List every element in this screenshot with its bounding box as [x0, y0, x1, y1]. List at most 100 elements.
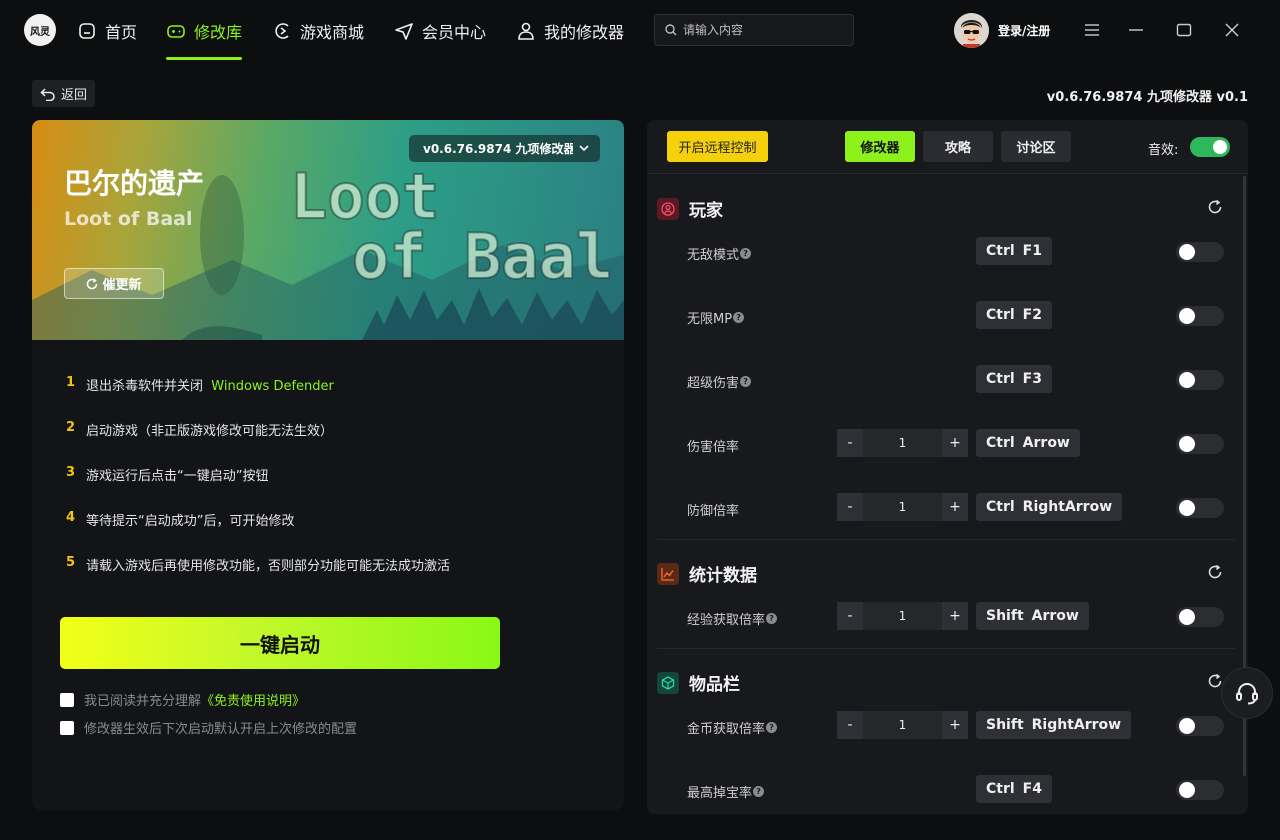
sound-toggle[interactable] — [1190, 137, 1230, 157]
stepper-plus-button[interactable]: + — [942, 429, 968, 457]
hotkey-defense-multiplier[interactable]: Ctrl RightArrow — [976, 493, 1123, 521]
stepper-value[interactable]: 1 — [863, 493, 942, 521]
section-inventory-title: 物品栏 — [657, 670, 740, 695]
game-pixel-logo: Loot of Baal — [290, 160, 610, 290]
toggle-gold-multiplier[interactable] — [1176, 716, 1224, 736]
toggle-invincible[interactable] — [1176, 242, 1224, 262]
cheat-label-exp-multiplier: 经验获取倍率? — [687, 609, 778, 628]
search-box — [654, 14, 854, 46]
avatar[interactable] — [954, 13, 989, 48]
remote-control-button[interactable]: 开启远程控制 — [667, 131, 768, 162]
defense-multiplier-stepper: - 1 + — [837, 493, 968, 521]
game-title: 巴尔的遗产 — [64, 167, 205, 200]
login-register-link[interactable]: 登录/注册 — [998, 22, 1050, 39]
stepper-minus-button[interactable]: - — [837, 602, 863, 630]
version-select[interactable]: v0.6.76.9874 九项修改器 v0.1 — [409, 135, 600, 162]
minimize-icon[interactable] — [1124, 18, 1148, 42]
nav-my-trainers[interactable]: 我的修改器 — [516, 0, 624, 62]
stepper-minus-button[interactable]: - — [837, 711, 863, 739]
stepper-minus-button[interactable]: - — [837, 429, 863, 457]
nav-mod-library[interactable]: 修改库 — [166, 0, 243, 62]
hotkey-infinite-mp[interactable]: Ctrl F2 — [976, 301, 1052, 329]
nav-my-trainers-label: 我的修改器 — [544, 23, 625, 42]
section-divider — [657, 539, 1235, 540]
hotkey-max-drop-rate[interactable]: Ctrl F4 — [976, 775, 1052, 803]
help-icon[interactable]: ? — [753, 786, 765, 797]
help-icon[interactable]: ? — [766, 722, 778, 733]
section-inventory-label: 物品栏 — [689, 675, 740, 695]
nav-game-store[interactable]: 游戏商城 — [272, 0, 364, 62]
refresh-icon[interactable] — [1207, 564, 1223, 580]
close-icon[interactable] — [1220, 18, 1244, 42]
stepper-plus-button[interactable]: + — [942, 493, 968, 521]
help-icon[interactable]: ? — [740, 248, 752, 259]
toggle-max-drop-rate[interactable] — [1176, 780, 1224, 800]
remember-config-checkbox[interactable] — [60, 720, 74, 735]
cheat-label-max-drop-rate: 最高掉宝率? — [687, 782, 765, 801]
help-icon[interactable]: ? — [766, 613, 778, 624]
menu-icon[interactable] — [1080, 18, 1104, 42]
request-update-label: 催更新 — [102, 278, 142, 293]
nav-vip-center[interactable]: 会员中心 — [394, 0, 486, 62]
stepper-minus-button[interactable]: - — [837, 493, 863, 521]
trainer-panel: 开启远程控制 修改器 攻略 讨论区 音效: 玩家 无敌模式? Ctrl F1 无限… — [647, 120, 1248, 814]
headset-icon — [1236, 683, 1258, 705]
cheat-label-infinite-mp: 无限MP? — [687, 308, 745, 327]
tab-discussion[interactable]: 讨论区 — [1001, 131, 1071, 162]
one-click-launch-button[interactable]: 一键启动 — [60, 617, 500, 669]
stepper-value[interactable]: 1 — [863, 711, 942, 739]
store-icon — [275, 23, 289, 39]
gold-multiplier-stepper: - 1 + — [837, 711, 968, 739]
nav-home[interactable]: 首页 — [77, 0, 137, 62]
toggle-infinite-mp[interactable] — [1176, 306, 1224, 326]
maximize-icon[interactable] — [1172, 18, 1196, 42]
cheat-label-invincible: 无敌模式? — [687, 244, 752, 263]
disclaimer-link[interactable]: 《免责使用说明》 — [201, 694, 305, 709]
stepper-value[interactable]: 1 — [863, 602, 942, 630]
game-subtitle: Loot of Baal — [64, 208, 193, 230]
step-item: 5 请载入游戏后再使用修改功能，否则部分功能可能无法成功激活 — [66, 555, 450, 574]
refresh-icon — [87, 277, 98, 289]
toggle-super-damage[interactable] — [1176, 370, 1224, 390]
tab-guide[interactable]: 攻略 — [923, 131, 993, 162]
damage-multiplier-stepper: - 1 + — [837, 429, 968, 457]
disclaimer-check-row: 我已阅读并充分理解《免责使用说明》 — [60, 690, 305, 709]
section-stats-label: 统计数据 — [689, 566, 757, 586]
hotkey-gold-multiplier[interactable]: Shift RightArrow — [976, 711, 1132, 739]
hotkey-super-damage[interactable]: Ctrl F3 — [976, 365, 1052, 393]
hotkey-invincible[interactable]: Ctrl F1 — [976, 237, 1052, 265]
stepper-value[interactable]: 1 — [863, 429, 942, 457]
nav-mod-library-label: 修改库 — [194, 23, 243, 42]
stepper-plus-button[interactable]: + — [942, 711, 968, 739]
cheat-label-damage-multiplier: 伤害倍率 — [687, 440, 740, 455]
request-update-button[interactable]: 催更新 — [64, 268, 164, 299]
refresh-icon[interactable] — [1207, 199, 1223, 215]
home-icon — [79, 23, 95, 39]
customer-support-button[interactable] — [1221, 667, 1273, 719]
nav-home-label: 首页 — [105, 23, 138, 42]
search-input[interactable] — [683, 23, 843, 37]
disclaimer-checkbox[interactable] — [60, 692, 74, 707]
help-icon[interactable]: ? — [740, 376, 752, 387]
top-navigation: 风灵 首页 修改库 游戏商城 会员中心 我的修改器 请输入内容 登录/注册 — [0, 0, 1280, 62]
cheat-label-gold-multiplier: 金币获取倍率? — [687, 718, 778, 737]
back-button[interactable]: 返回 — [32, 80, 96, 107]
user-icon — [518, 22, 534, 40]
hotkey-exp-multiplier[interactable]: Shift Arrow — [976, 602, 1089, 630]
step-text: 游戏运行后点击“一键启动”按钮 — [86, 469, 269, 484]
toggle-defense-multiplier[interactable] — [1176, 498, 1224, 518]
stepper-plus-button[interactable]: + — [942, 602, 968, 630]
toggle-exp-multiplier[interactable] — [1176, 607, 1224, 627]
chart-icon — [657, 562, 679, 585]
send-icon — [395, 23, 413, 40]
tab-trainer[interactable]: 修改器 — [845, 131, 915, 162]
help-icon[interactable]: ? — [733, 312, 745, 323]
step-item: 2 启动游戏（非正版游戏修改可能无法生效） — [66, 420, 333, 439]
section-stats-title: 统计数据 — [657, 561, 757, 586]
app-logo[interactable]: 风灵 — [24, 14, 56, 46]
hotkey-damage-multiplier[interactable]: Ctrl Arrow — [976, 429, 1080, 457]
cheat-label-defense-multiplier: 防御倍率 — [687, 504, 740, 519]
section-player-title: 玩家 — [657, 196, 723, 221]
toggle-damage-multiplier[interactable] — [1176, 434, 1224, 454]
step-number: 4 — [66, 510, 76, 525]
